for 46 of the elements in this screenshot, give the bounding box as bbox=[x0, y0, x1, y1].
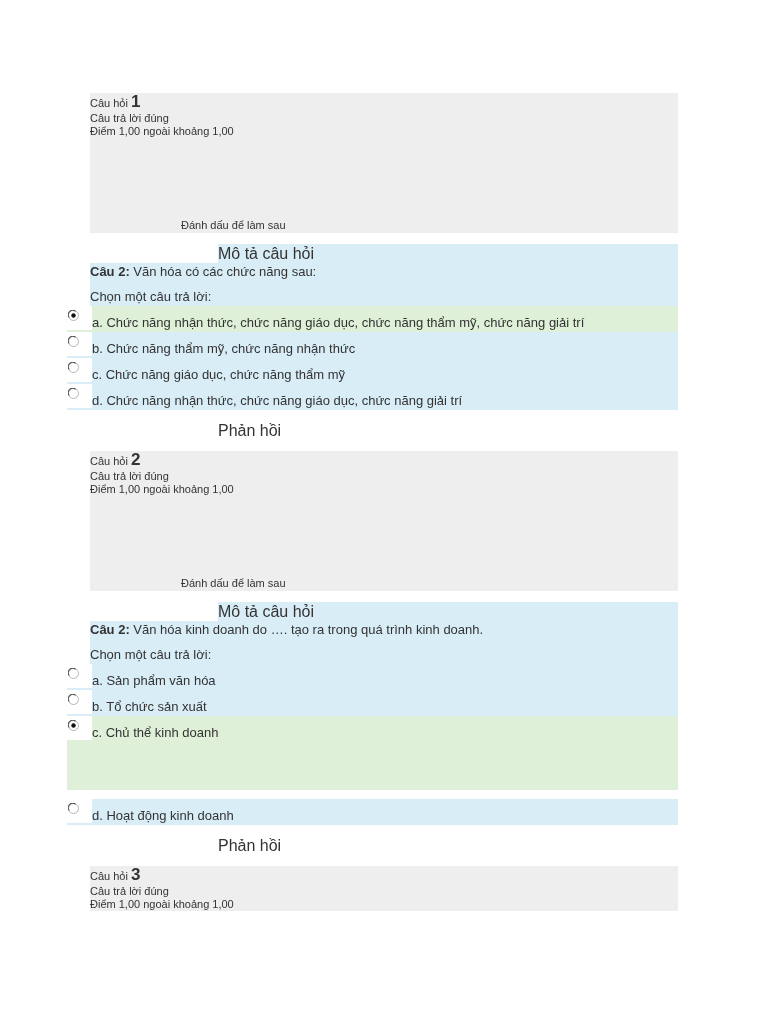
section-heading: Mô tả câu hỏi bbox=[218, 244, 678, 263]
radio-button[interactable] bbox=[68, 694, 79, 705]
question-label: Câu hỏi bbox=[90, 870, 128, 882]
answer-status: Câu trả lời đúng bbox=[90, 470, 170, 483]
flag-question-link[interactable]: Đánh dấu để làm sau bbox=[181, 219, 678, 233]
radio-button[interactable] bbox=[68, 336, 79, 347]
answer-status: Câu trả lời đúng bbox=[90, 885, 170, 898]
answer-label: d. Chức năng nhận thức, chức năng giáo dục, chức năng giải trí bbox=[92, 392, 463, 410]
radio-button[interactable] bbox=[68, 803, 79, 814]
answer-option[interactable]: d. Hoạt động kinh doanh bbox=[67, 799, 678, 825]
answer-option[interactable]: b. Tổ chức sản xuất bbox=[67, 690, 678, 716]
flag-question-link[interactable]: Đánh dấu để làm sau bbox=[181, 577, 678, 591]
question-number: 1 bbox=[131, 92, 141, 111]
section-heading: Mô tả câu hỏi bbox=[218, 602, 678, 621]
question-label: Câu hỏi bbox=[90, 455, 128, 467]
answer-prompt: Chọn một câu trả lời: bbox=[90, 288, 213, 306]
radio-button[interactable] bbox=[68, 720, 79, 731]
answer-option[interactable]: a. Chức năng nhận thức, chức năng giáo dục, chức năng thẩm mỹ, chức năng giải trí bbox=[67, 306, 678, 332]
question-number: 3 bbox=[131, 865, 141, 884]
answer-label: d. Hoạt động kinh doanh bbox=[92, 807, 234, 825]
question-number: 2 bbox=[131, 450, 141, 469]
answer-label: a. Chức năng nhận thức, chức năng giáo dục, chức năng thẩm mỹ, chức năng giải trí bbox=[92, 314, 585, 332]
answer-label: b. Chức năng thẩm mỹ, chức năng nhận thức bbox=[92, 340, 356, 358]
answer-label: c. Chủ thể kinh doanh bbox=[92, 724, 219, 742]
grade-text: Điểm 1,00 ngoài khoảng 1,00 bbox=[90, 898, 235, 911]
answer-label: a. Sản phẩm văn hóa bbox=[92, 672, 216, 690]
answer-status: Câu trả lời đúng bbox=[90, 112, 170, 125]
question-text: Câu 2: Văn hóa kinh doanh do …. tạo ra trong quá trình kinh doanh. bbox=[90, 621, 485, 639]
section-heading: Phản hồi bbox=[218, 421, 283, 441]
answer-option[interactable]: a. Sản phẩm văn hóa bbox=[67, 664, 678, 690]
question-text: Câu 2: Văn hóa có các chức năng sau: bbox=[90, 263, 318, 281]
question-label: Câu hỏi bbox=[90, 97, 128, 109]
answer-option[interactable]: b. Chức năng thẩm mỹ, chức năng nhận thức bbox=[67, 332, 678, 358]
radio-button[interactable] bbox=[68, 668, 79, 679]
grade-text: Điểm 1,00 ngoài khoảng 1,00 bbox=[90, 125, 235, 138]
section-heading: Phản hồi bbox=[218, 836, 283, 856]
answer-label: c. Chức năng giáo dục, chức năng thẩm mỹ bbox=[92, 366, 345, 384]
radio-button[interactable] bbox=[68, 310, 79, 321]
answer-option[interactable]: c. Chủ thể kinh doanh bbox=[67, 716, 678, 790]
answer-label: b. Tổ chức sản xuất bbox=[92, 698, 207, 716]
answer-prompt: Chọn một câu trả lời: bbox=[90, 646, 213, 664]
answer-option[interactable]: c. Chức năng giáo dục, chức năng thẩm mỹ bbox=[67, 358, 678, 384]
grade-text: Điểm 1,00 ngoài khoảng 1,00 bbox=[90, 483, 235, 496]
radio-button[interactable] bbox=[68, 388, 79, 399]
answer-option[interactable]: d. Chức năng nhận thức, chức năng giáo dục, chức năng giải trí bbox=[67, 384, 678, 410]
radio-button[interactable] bbox=[68, 362, 79, 373]
